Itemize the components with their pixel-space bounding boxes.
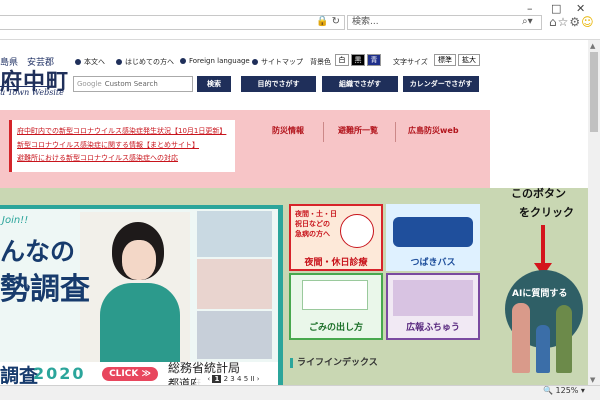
search-icon[interactable]: ⌕▾ — [522, 16, 533, 27]
scrollbar-thumb[interactable] — [590, 52, 598, 132]
scroll-down-icon[interactable]: ▼ — [590, 376, 595, 384]
search-placeholder: Custom Search — [104, 80, 158, 88]
family-figure-man — [556, 305, 572, 373]
pager-dot-1[interactable]: 1 — [212, 375, 222, 383]
girl-shirt — [100, 283, 180, 363]
font-size-label: 文字サイズ — [393, 58, 428, 66]
ai-question-label: AIに質問する — [512, 289, 568, 299]
bg-white-button[interactable]: 白 — [335, 54, 349, 66]
link-bullet-icon — [116, 59, 122, 65]
logo-subtitle: u Town Website — [0, 88, 64, 97]
status-bar — [0, 385, 600, 400]
search-by-calendar-button[interactable]: カレンダーでさがす — [403, 76, 479, 92]
divider — [395, 122, 396, 142]
divider — [323, 122, 324, 142]
address-bar[interactable] — [0, 15, 345, 30]
skip-to-content-link[interactable]: 本文へ — [75, 57, 105, 67]
banner-photo-man — [197, 211, 272, 257]
feedback-smiley-icon[interactable]: ☺ — [581, 15, 595, 29]
lock-refresh-icons[interactable]: 🔒 ↻ — [316, 16, 340, 27]
link-bullet-icon — [75, 59, 81, 65]
font-standard-button[interactable]: 標準 — [434, 54, 456, 66]
link-label: はじめての方へ — [125, 58, 174, 66]
browser-window: – □ ✕ 🔒 ↻ 検索... ⌕▾ ⌂☆⚙☺ ▲ ▼ 島県 安芸郡 府中町 u… — [0, 0, 600, 400]
pager-dot-3[interactable]: 3 — [230, 375, 234, 383]
covid-status-link[interactable]: 府中町内での新型コロナウイルス感染症発生状況【10月1日更新】 — [17, 126, 226, 136]
night-clinic-label: 夜間・休日診療 — [304, 258, 368, 268]
logo-divider — [0, 86, 50, 87]
search-by-organization-button[interactable]: 組織でさがす — [322, 76, 398, 92]
banner-headline-1: んなの — [0, 237, 76, 266]
heading-bar — [290, 357, 293, 368]
family-figure-woman — [512, 303, 530, 373]
link-bullet-icon — [180, 58, 186, 64]
link-bullet-icon — [252, 59, 258, 65]
close-window-button[interactable]: ✕ — [576, 2, 585, 15]
slideshow-pager[interactable]: ‹ 1 2 3 4 5 II › — [196, 374, 271, 385]
arrow-down-icon — [541, 225, 545, 265]
banner-photo-senior — [197, 311, 272, 359]
banner-join-text: Join!! — [2, 215, 29, 226]
browser-action-icons[interactable]: ⌂☆⚙☺ — [549, 15, 595, 29]
pager-dot-2[interactable]: 2 — [224, 375, 228, 383]
search-button[interactable]: 検索 — [197, 76, 231, 92]
google-label: Google — [77, 80, 102, 88]
hiroshima-bousai-link[interactable]: 広島防災web — [408, 125, 459, 136]
night-clinic-subtext: 夜間・土・日 祝日などの 急病の方へ — [295, 210, 337, 238]
zoom-level[interactable]: 🔍 125% ▾ — [543, 386, 585, 395]
disaster-info-link[interactable]: 防災情報 — [272, 125, 304, 136]
link-label: 本文へ — [84, 58, 105, 66]
bg-blue-button[interactable]: 青 — [367, 54, 381, 66]
link-label: Foreign language — [189, 57, 250, 65]
scroll-up-icon[interactable]: ▲ — [590, 42, 595, 50]
browser-search-input[interactable]: 検索... — [347, 15, 542, 30]
pager-pause-icon[interactable]: II — [250, 375, 254, 383]
magazine-covers-icon — [393, 280, 473, 316]
bg-color-label: 背景色 — [310, 58, 331, 66]
banner-photo-woman — [197, 259, 272, 309]
shelter-covid-link[interactable]: 避難所における新型コロナウイルス感染症への対応 — [17, 153, 178, 163]
doctor-illustration-icon — [340, 214, 374, 248]
garbage-icon — [302, 280, 368, 310]
link-label: サイトマップ — [261, 58, 303, 66]
search-by-purpose-button[interactable]: 目的でさがす — [241, 76, 316, 92]
site-search-input[interactable]: Google Custom Search — [73, 76, 193, 92]
banner-headline-2: 勢調査 — [0, 272, 90, 307]
life-index-label: ライフインデックス — [297, 358, 378, 368]
zoom-value: 125% — [555, 386, 579, 395]
font-large-button[interactable]: 拡大 — [458, 54, 480, 66]
garbage-guide-label: ごみの出し方 — [308, 323, 363, 333]
life-index-heading: ライフインデックス — [290, 355, 495, 368]
sitemap-link[interactable]: サイトマップ — [252, 57, 303, 67]
family-figure-child — [536, 325, 550, 373]
ai-callout-line-1: このボタン — [511, 187, 566, 200]
pager-prev-icon[interactable]: ‹ — [207, 375, 210, 383]
pager-dot-4[interactable]: 4 — [237, 375, 241, 383]
ai-callout-line-2: をクリック — [519, 206, 574, 219]
banner-click-button[interactable]: CLICK ≫ — [102, 367, 158, 381]
minimize-button[interactable]: – — [527, 2, 533, 15]
pager-next-icon[interactable]: › — [257, 375, 260, 383]
bus-icon — [393, 217, 473, 247]
public-relations-label: 広報ふちゅう — [406, 323, 460, 333]
banner-year: 2020 — [33, 364, 86, 383]
covid-info-link[interactable]: 新型コロナウイルス感染症に関する情報【まとめサイト】 — [17, 140, 199, 150]
foreign-language-link[interactable]: Foreign language — [180, 57, 250, 65]
first-visit-link[interactable]: はじめての方へ — [116, 57, 174, 67]
tsubaki-bus-label: つばきバス — [410, 258, 456, 268]
girl-face — [122, 240, 156, 280]
pager-dot-5[interactable]: 5 — [244, 375, 248, 383]
restore-button[interactable]: □ — [551, 2, 561, 15]
shelter-list-link[interactable]: 避難所一覧 — [338, 125, 378, 136]
bg-black-button[interactable]: 黒 — [351, 54, 365, 66]
